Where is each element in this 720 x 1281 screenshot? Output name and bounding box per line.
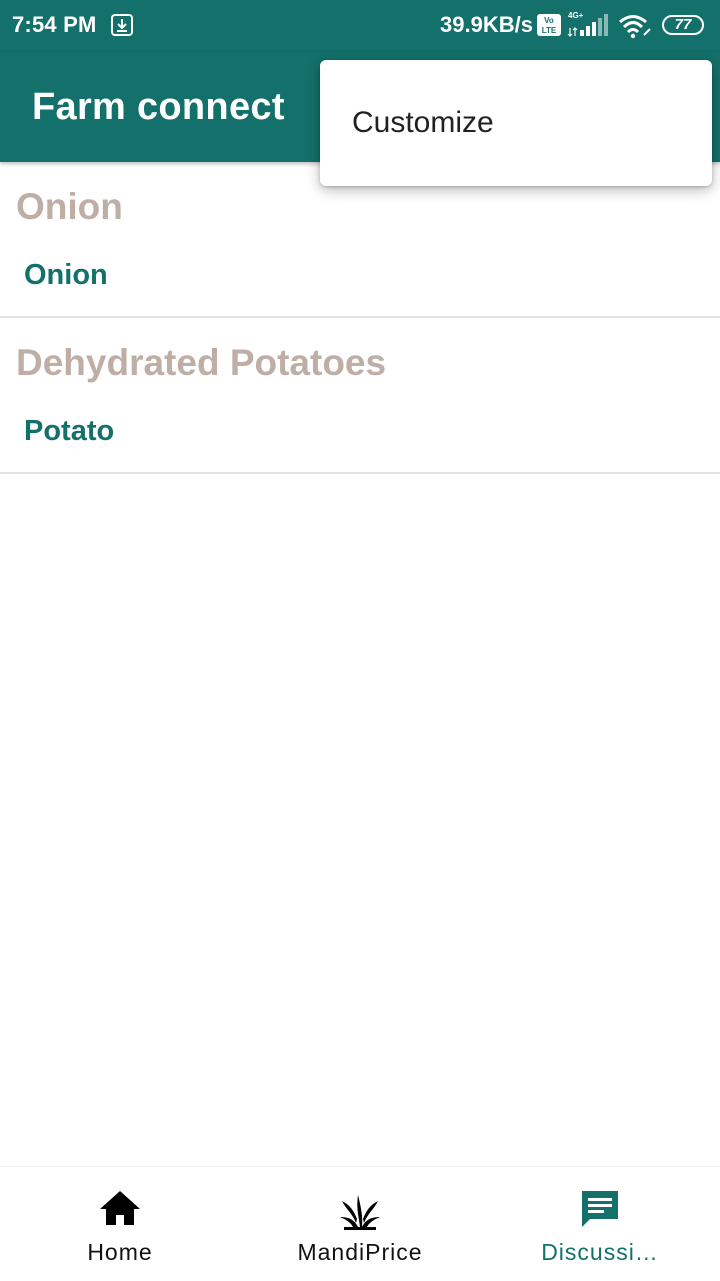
nav-label: Discussi… — [541, 1239, 659, 1265]
overflow-menu: Customize — [320, 60, 712, 186]
svg-text:LTE: LTE — [542, 26, 557, 35]
status-bar: 7:54 PM 39.9KB/s Vo LTE 4G+ 77 — [0, 0, 720, 52]
network-speed: 39.9KB/s — [440, 12, 533, 37]
nav-item-mandiprice[interactable]: MandiPrice — [240, 1167, 480, 1281]
svg-text:4G+: 4G+ — [568, 11, 584, 20]
home-icon — [100, 1191, 140, 1225]
nav-label: Home — [87, 1239, 153, 1265]
topic-title: Dehydrated Potatoes — [16, 342, 387, 383]
topic-subtitle: Potato — [24, 415, 115, 447]
topic-title: Onion — [16, 186, 123, 227]
wifi-icon — [619, 15, 651, 39]
download-notification-icon — [111, 14, 133, 36]
chat-icon — [582, 1191, 618, 1227]
svg-text:Vo: Vo — [544, 16, 554, 25]
bottom-navigation: Home MandiPrice Discussi… — [0, 1166, 720, 1281]
status-time: 7:54 PM — [12, 12, 97, 37]
menu-item-label: Customize — [352, 106, 494, 139]
nav-label: MandiPrice — [297, 1239, 423, 1265]
list-item[interactable]: Dehydrated Potatoes Potato — [0, 318, 720, 474]
battery-indicator: 77 — [662, 15, 704, 35]
nav-item-home[interactable]: Home — [0, 1167, 240, 1281]
topic-subtitle: Onion — [24, 259, 108, 291]
app-title: Farm connect — [32, 86, 285, 128]
sprout-icon — [340, 1195, 380, 1230]
cell-signal-icon: 4G+ — [567, 11, 608, 37]
nav-item-discussion[interactable]: Discussi… — [480, 1167, 720, 1281]
volte-icon: Vo LTE — [537, 14, 561, 36]
topic-list: Onion Onion Dehydrated Potatoes Potato — [0, 162, 720, 474]
menu-item-customize[interactable]: Customize — [320, 60, 712, 186]
